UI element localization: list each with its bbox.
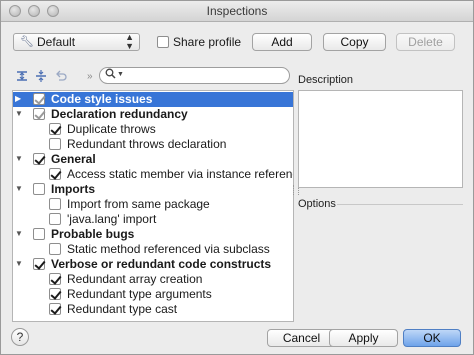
window-title: Inspections — [206, 4, 268, 18]
tree-row-checkbox[interactable] — [49, 138, 61, 150]
search-input[interactable] — [126, 69, 284, 82]
expanded-triangle-icon[interactable]: ▼ — [15, 259, 23, 268]
reset-icon[interactable] — [55, 70, 67, 85]
help-button[interactable]: ? — [11, 328, 29, 346]
tree-row[interactable]: Redundant type cast — [13, 302, 293, 317]
tree-row-checkbox[interactable] — [49, 198, 61, 210]
tree-row[interactable]: Import from same package — [13, 197, 293, 212]
tree-row-checkbox[interactable] — [33, 108, 45, 120]
tree-row-label: Redundant throws declaration — [67, 137, 227, 151]
description-label: Description — [298, 74, 354, 86]
tree-row-label: Static method referenced via subclass — [67, 242, 270, 256]
description-panel — [298, 90, 463, 188]
expanded-triangle-icon[interactable]: ▼ — [15, 229, 23, 238]
tree-row[interactable]: ▼ Probable bugs — [13, 227, 293, 242]
delete-button[interactable]: Delete — [396, 33, 455, 51]
apply-button[interactable]: Apply — [329, 329, 398, 347]
tree-row-label: Import from same package — [67, 197, 210, 211]
select-arrows-icon: ▲ ▼ — [125, 32, 134, 51]
tree-row[interactable]: ▶ Code style issues — [13, 92, 293, 107]
tree-row[interactable]: ▼ Imports — [13, 182, 293, 197]
tree-row-label: Duplicate throws — [67, 122, 156, 136]
wrench-icon: 🔧︎ — [20, 36, 34, 48]
tree-row-label: Declaration redundancy — [51, 107, 188, 121]
tree-row-checkbox[interactable] — [49, 273, 61, 285]
options-divider — [337, 204, 463, 205]
tree-row[interactable]: Duplicate throws — [13, 122, 293, 137]
tree-row-checkbox[interactable] — [49, 168, 61, 180]
tree-row-label: Probable bugs — [51, 227, 135, 241]
tree-row-label: Redundant type cast — [67, 302, 178, 316]
tree-row-checkbox[interactable] — [49, 243, 61, 255]
options-label: Options — [298, 198, 336, 210]
tree-row-checkbox[interactable] — [49, 213, 61, 225]
tree-row[interactable]: Access static member via instance refere… — [13, 167, 293, 182]
tree-row[interactable]: ▼ General — [13, 152, 293, 167]
tree-row[interactable]: 'java.lang' import — [13, 212, 293, 227]
tree-row-checkbox[interactable] — [33, 228, 45, 240]
tree-row-checkbox[interactable] — [49, 288, 61, 300]
expanded-triangle-icon[interactable]: ▼ — [15, 109, 23, 118]
tree-row[interactable]: Static method referenced via subclass — [13, 242, 293, 257]
tree-row-label: Access static member via instance refere… — [67, 167, 294, 181]
tree-row-checkbox[interactable] — [33, 93, 45, 105]
tree-row-label: Redundant array creation — [67, 272, 203, 286]
inspections-tree[interactable]: ▶ Code style issues ▼ Declaration redundanc… — [12, 90, 294, 322]
share-profile-label: Share profile — [173, 35, 242, 49]
tree-row[interactable]: Redundant throws declaration — [13, 137, 293, 152]
expanded-triangle-icon[interactable]: ▼ — [15, 184, 23, 193]
overflow-chevron-icon[interactable]: » — [87, 71, 93, 82]
tree-row-checkbox[interactable] — [33, 183, 45, 195]
expanded-triangle-icon[interactable]: ▼ — [15, 154, 23, 163]
search-icon — [105, 67, 116, 82]
collapsed-triangle-icon[interactable]: ▶ — [15, 94, 21, 103]
tree-row-checkbox[interactable] — [33, 153, 45, 165]
tree-row[interactable]: ▼ Declaration redundancy — [13, 107, 293, 122]
share-profile-checkbox[interactable] — [157, 36, 169, 48]
tree-row-label: 'java.lang' import — [67, 212, 157, 226]
search-options-chevron-icon[interactable]: ▼ — [117, 71, 124, 78]
inspections-dialog: Inspections 🔧︎ Default ▲ ▼ Share profile … — [0, 0, 474, 355]
tree-row[interactable]: ▼ Verbose or redundant code constructs — [13, 257, 293, 272]
tree-row-label: General — [51, 152, 96, 166]
title-bar: Inspections — [1, 1, 473, 22]
tree-row-label: Redundant type arguments — [67, 287, 212, 301]
cancel-button[interactable]: Cancel — [267, 329, 336, 347]
tree-row-checkbox[interactable] — [33, 258, 45, 270]
profile-select[interactable]: 🔧︎ Default ▲ ▼ — [13, 33, 140, 51]
tree-row-label: Code style issues — [51, 92, 153, 106]
tree-row-label: Imports — [51, 182, 96, 196]
tree-row[interactable]: Redundant array creation — [13, 272, 293, 287]
profile-select-value: Default — [37, 35, 76, 49]
tree-row-label: Verbose or redundant code constructs — [51, 257, 272, 271]
expand-all-icon[interactable] — [16, 70, 28, 85]
ok-button[interactable]: OK — [403, 329, 461, 347]
copy-button[interactable]: Copy — [323, 33, 386, 51]
collapse-all-icon[interactable] — [35, 70, 47, 85]
tree-row-checkbox[interactable] — [49, 123, 61, 135]
tree-row-checkbox[interactable] — [49, 303, 61, 315]
add-button[interactable]: Add — [252, 33, 312, 51]
search-field[interactable]: ▼ — [99, 67, 290, 84]
tree-row[interactable]: Redundant type arguments — [13, 287, 293, 302]
